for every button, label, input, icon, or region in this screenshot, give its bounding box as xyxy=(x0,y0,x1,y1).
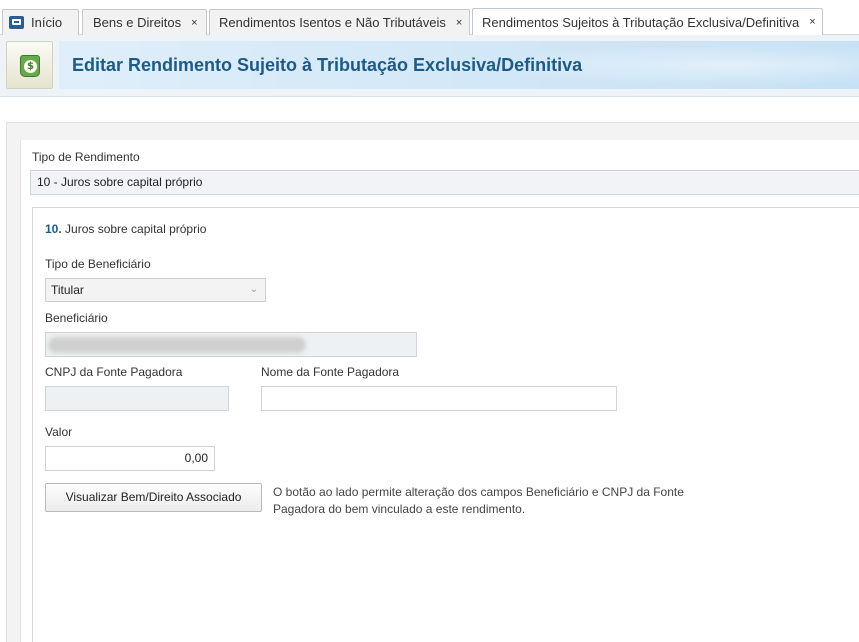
valor-label: Valor xyxy=(45,425,73,439)
valor-field[interactable]: 0,00 xyxy=(45,446,215,471)
section-heading: 10. Juros sobre capital próprio xyxy=(45,222,206,236)
nome-fonte-field[interactable] xyxy=(261,386,617,411)
section-title: Juros sobre capital próprio xyxy=(65,222,207,236)
header-icon-box: $ xyxy=(6,41,53,89)
cnpj-label: CNPJ da Fonte Pagadora xyxy=(45,365,183,379)
tab-label: Rendimentos Sujeitos à Tributação Exclus… xyxy=(482,14,800,30)
cnpj-field xyxy=(45,386,229,411)
receita-home-icon xyxy=(9,16,24,29)
close-icon[interactable]: × xyxy=(191,17,197,29)
tab-label: Início xyxy=(31,15,63,30)
hint-text: O botão ao lado permite alteração dos ca… xyxy=(273,485,684,516)
money-document-icon: $ xyxy=(20,55,40,77)
close-icon[interactable]: × xyxy=(456,17,462,29)
tipo-beneficiario-select[interactable]: Titular ⌄ xyxy=(45,278,266,302)
tab-label: Rendimentos Isentos e Não Tributáveis xyxy=(219,15,446,30)
close-icon[interactable]: × xyxy=(809,16,815,28)
beneficiario-label: Beneficiário xyxy=(45,311,108,325)
section-number: 10. xyxy=(45,222,62,236)
tab-rendimentos-exclusivos[interactable]: Rendimentos Sujeitos à Tributação Exclus… xyxy=(472,8,823,35)
tipo-rendimento-label: Tipo de Rendimento xyxy=(32,150,140,164)
tab-rendimentos-isentos[interactable]: Rendimentos Isentos e Não Tributáveis × xyxy=(209,9,470,35)
visualizar-bem-direito-button[interactable]: Visualizar Bem/Direito Associado xyxy=(45,483,262,512)
page-title: Editar Rendimento Sujeito à Tributação E… xyxy=(72,54,583,75)
section-panel xyxy=(32,207,859,642)
tipo-beneficiario-label: Tipo de Beneficiário xyxy=(45,257,151,271)
chevron-down-icon: ⌄ xyxy=(249,284,259,295)
page-header: $ Editar Rendimento Sujeito à Tributação… xyxy=(0,35,859,97)
tab-bar: Início Bens e Direitos × Rendimentos Ise… xyxy=(0,0,859,35)
tab-bens-e-direitos[interactable]: Bens e Direitos × xyxy=(82,9,207,35)
tab-label: Bens e Direitos xyxy=(93,15,182,30)
nome-fonte-label: Nome da Fonte Pagadora xyxy=(261,365,400,379)
tipo-beneficiario-value: Titular xyxy=(51,283,84,297)
redacted-name xyxy=(48,337,306,353)
tab-inicio[interactable]: Início xyxy=(2,9,79,35)
tipo-rendimento-field[interactable]: 10 - Juros sobre capital próprio xyxy=(30,170,859,195)
header-title-bar: Editar Rendimento Sujeito à Tributação E… xyxy=(59,41,859,89)
